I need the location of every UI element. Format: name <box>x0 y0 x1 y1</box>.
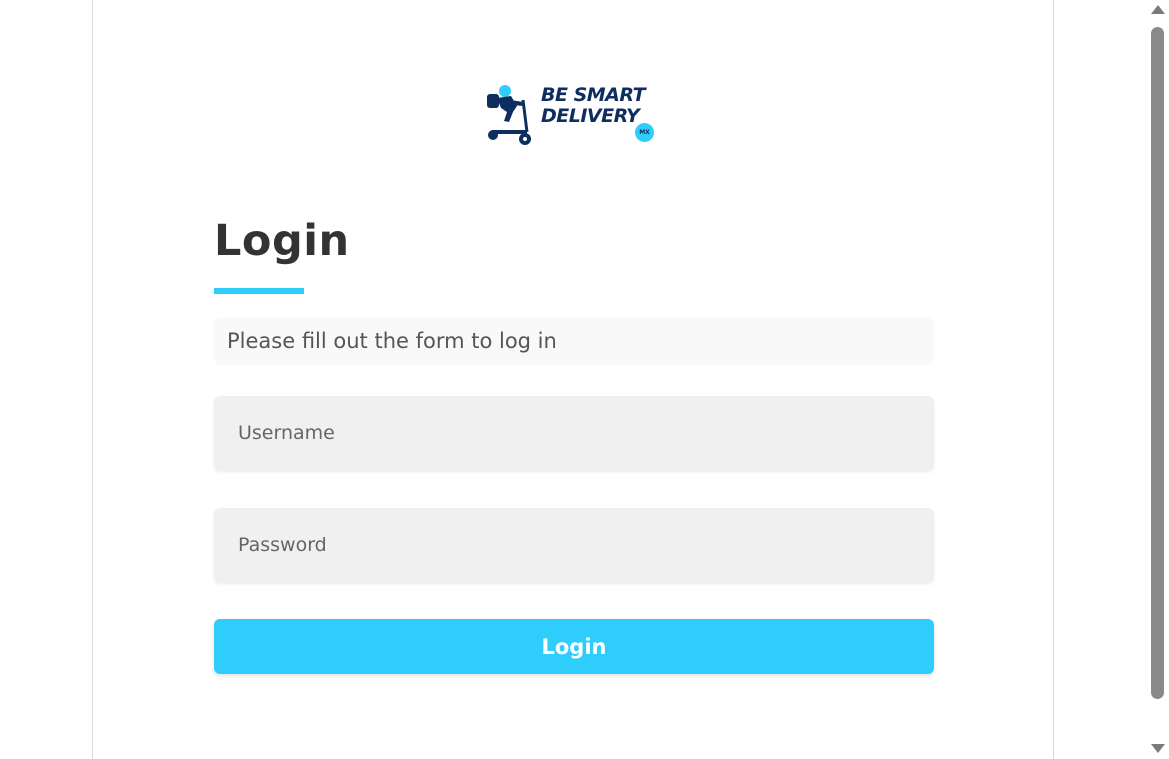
title-underline <box>214 288 304 294</box>
scroll-down-arrow-icon[interactable] <box>1151 744 1165 753</box>
page-title: Login <box>214 216 350 266</box>
scrollbar-thumb[interactable] <box>1151 27 1164 699</box>
brand-country-badge: MX <box>635 123 654 142</box>
vertical-scrollbar[interactable] <box>1145 0 1169 759</box>
brand-name: BE SMART DELIVERY <box>541 84 646 127</box>
scroll-up-arrow-icon[interactable] <box>1151 5 1165 14</box>
login-page: BE SMART DELIVERY MX Login Please fill o… <box>92 0 1054 759</box>
brand-line-2: DELIVERY <box>541 105 640 127</box>
password-input[interactable] <box>214 508 934 582</box>
brand-line-1: BE SMART <box>541 84 646 106</box>
scooter-rider-icon <box>487 85 531 145</box>
brand-logo: BE SMART DELIVERY MX <box>483 82 673 146</box>
login-button[interactable]: Login <box>214 619 934 674</box>
form-instructions: Please fill out the form to log in <box>214 318 934 365</box>
username-input[interactable] <box>214 396 934 470</box>
